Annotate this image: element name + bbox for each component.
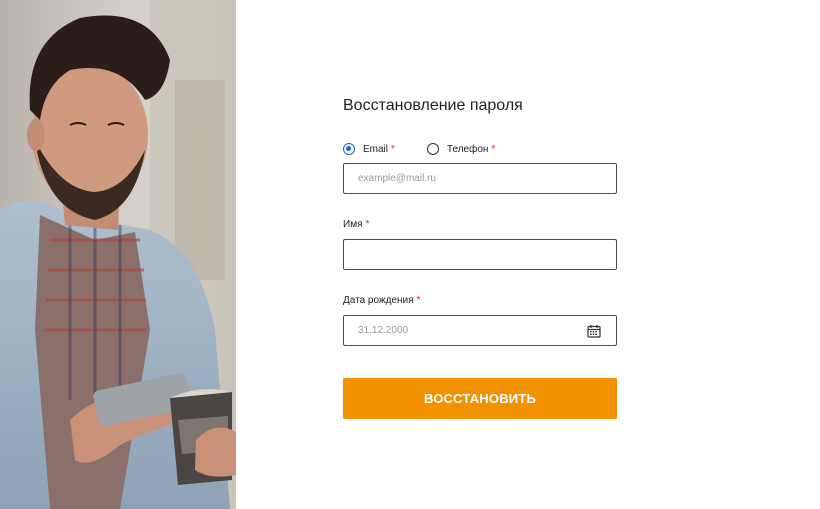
email-field[interactable] bbox=[343, 163, 617, 194]
contact-type-selector: Email * Телефон * bbox=[343, 140, 527, 158]
hero-photo bbox=[0, 0, 236, 509]
radio-phone-label: Телефон bbox=[446, 143, 489, 155]
form-title: Восстановление пароля bbox=[343, 97, 523, 114]
name-label-text: Имя bbox=[343, 219, 363, 230]
name-input[interactable] bbox=[358, 249, 602, 260]
required-mark: * bbox=[416, 295, 421, 306]
radio-email-indicator[interactable] bbox=[343, 143, 355, 155]
required-mark: * bbox=[491, 143, 496, 155]
email-input[interactable] bbox=[358, 173, 602, 184]
radio-phone-indicator[interactable] bbox=[426, 143, 439, 155]
birthdate-input[interactable] bbox=[358, 325, 602, 336]
radio-phone[interactable]: Телефон * bbox=[426, 143, 496, 155]
birthdate-field-label: Дата рождения * bbox=[343, 295, 420, 306]
radio-email[interactable]: Email * bbox=[343, 143, 395, 155]
calendar-icon[interactable] bbox=[587, 324, 601, 338]
restore-button[interactable]: ВОССТАНОВИТЬ bbox=[343, 378, 617, 419]
radio-email-label: Email bbox=[363, 143, 389, 155]
birthdate-field[interactable] bbox=[343, 315, 617, 346]
birthdate-label-text: Дата рождения bbox=[343, 295, 414, 306]
required-mark: * bbox=[365, 219, 370, 230]
name-field-label: Имя * bbox=[343, 219, 369, 230]
required-mark: * bbox=[391, 143, 395, 155]
name-field[interactable] bbox=[343, 239, 617, 270]
man-with-phone-image bbox=[0, 0, 236, 509]
